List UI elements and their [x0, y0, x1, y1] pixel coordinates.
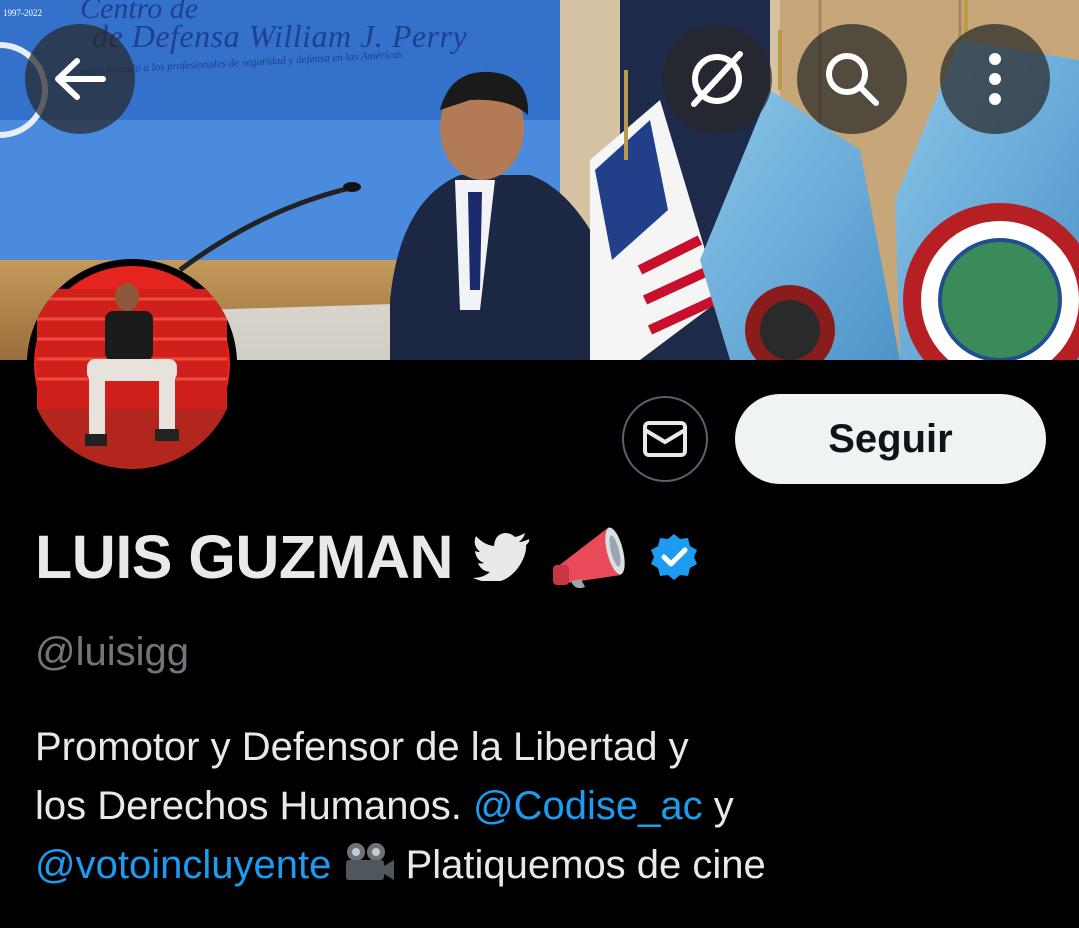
envelope-icon: [643, 421, 687, 457]
bio-line-1: Promotor y Defensor de la Libertad y: [35, 725, 689, 769]
profile-bio: Promotor y Defensor de la Libertad y los…: [35, 718, 1035, 895]
banner-title-line2: de Defensa William J. Perry: [92, 18, 468, 54]
bird-emoji-icon: [473, 533, 531, 581]
arrow-left-icon: [55, 58, 106, 100]
film-camera-emoji-icon: [346, 843, 395, 880]
avatar-image: [27, 259, 237, 469]
bio-text: los Derechos Humanos.: [35, 784, 473, 828]
display-name: LUIS GUZMAN: [35, 523, 454, 591]
bio-text: y: [702, 784, 734, 828]
back-button[interactable]: [25, 24, 135, 134]
mention-link-votoincluyente[interactable]: @votoincluyente: [35, 843, 331, 887]
verified-badge-icon[interactable]: [649, 532, 699, 582]
grok-slash-icon: [691, 51, 743, 107]
search-icon: [826, 53, 879, 106]
bio-line-3: @votoincluyente Platiquemos de cine: [35, 836, 1035, 895]
display-name-row: LUIS GUZMAN: [35, 522, 699, 592]
grok-button[interactable]: [662, 24, 772, 134]
vertical-dots-icon: [989, 53, 1001, 105]
search-button[interactable]: [797, 24, 907, 134]
follow-button[interactable]: Seguir: [735, 394, 1046, 484]
bio-line-2: los Derechos Humanos. @Codise_ac y: [35, 777, 1035, 836]
bio-text: Platiquemos de cine: [394, 843, 766, 887]
banner-years-text: 1997-2022: [3, 8, 42, 18]
more-options-button[interactable]: [940, 24, 1050, 134]
message-button[interactable]: [622, 396, 708, 482]
avatar[interactable]: [27, 259, 237, 469]
megaphone-emoji-icon: [551, 523, 629, 591]
mention-link-codise[interactable]: @Codise_ac: [473, 784, 703, 828]
username-handle: @luisigg: [35, 630, 190, 674]
